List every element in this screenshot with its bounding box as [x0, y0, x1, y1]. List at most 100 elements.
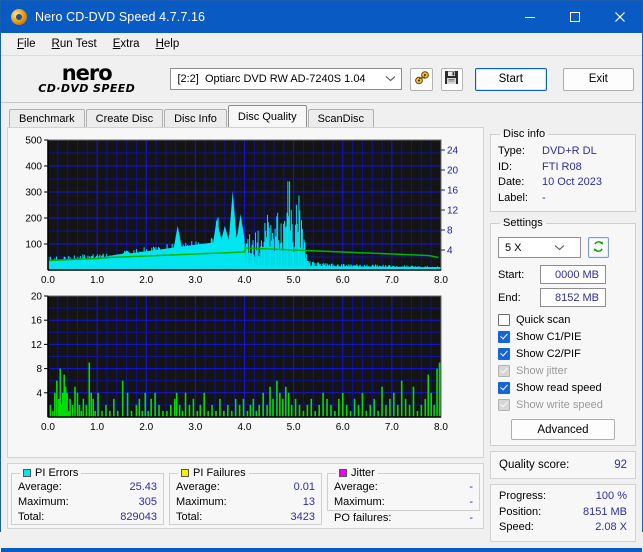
- floppy-save-icon: [444, 70, 459, 88]
- disc-tool-button[interactable]: [410, 67, 433, 91]
- po-failures-row: PO failures: -: [327, 512, 480, 524]
- scan-graphs: 100 200 300 400 500 4 8 12 16 20 24 0.0 1.0 2.0 3.0 4.0…: [25, 136, 459, 434]
- svg-text:4.0: 4.0: [238, 422, 252, 433]
- show-read-speed-checkbox[interactable]: [498, 381, 510, 394]
- show-write-speed-checkbox: [498, 398, 510, 411]
- pi-failures-average-value: 0.01: [293, 481, 315, 493]
- svg-text:5.0: 5.0: [287, 275, 301, 286]
- start-button[interactable]: Start: [475, 67, 547, 91]
- quick-scan-checkbox[interactable]: [498, 313, 510, 326]
- progress-row: Progress: 100 %: [499, 489, 627, 505]
- pi-failures-maximum-key: Maximum:: [176, 496, 227, 508]
- disc-id-key: ID:: [498, 160, 513, 173]
- checkbox-show-jitter: Show jitter: [498, 362, 628, 379]
- chevron-down-icon: [542, 243, 577, 253]
- disc-date-key: Date:: [498, 176, 525, 188]
- speed-select[interactable]: 5 X: [498, 237, 581, 258]
- jitter-maximum-key: Maximum:: [334, 496, 385, 508]
- svg-text:8.0: 8.0: [434, 275, 448, 286]
- menu-run-test[interactable]: Run Test: [44, 36, 105, 52]
- svg-text:4.0: 4.0: [238, 275, 252, 286]
- refresh-button[interactable]: [588, 237, 609, 258]
- tab-benchmark[interactable]: Benchmark: [9, 109, 85, 127]
- svg-text:24: 24: [447, 146, 459, 157]
- advanced-row: Advanced: [498, 419, 628, 440]
- advanced-button[interactable]: Advanced: [511, 419, 615, 440]
- pi-failures-average-key: Average:: [176, 481, 220, 493]
- menu-file[interactable]: File: [9, 36, 44, 52]
- svg-text:5.0: 5.0: [287, 422, 301, 433]
- tab-disc-quality[interactable]: Disc Quality: [227, 105, 307, 127]
- svg-text:2.0: 2.0: [139, 275, 153, 286]
- start-input[interactable]: 0000 MB: [540, 265, 606, 284]
- svg-text:20: 20: [447, 166, 459, 177]
- jitter-maximum-value: -: [469, 496, 473, 508]
- checkbox-show-c2-pif[interactable]: Show C2/PIF: [498, 345, 628, 362]
- jitter-maximum-row: Maximum: -: [334, 495, 473, 510]
- menu-help[interactable]: Help: [148, 36, 188, 52]
- po-failures-key: PO failures:: [334, 512, 392, 524]
- checkbox-show-write-speed: Show write speed: [498, 396, 628, 413]
- speed-select-value: 5 X: [505, 241, 522, 254]
- checkbox-show-c1-pie[interactable]: Show C1/PIE: [498, 328, 628, 345]
- app-window: Nero CD-DVD Speed 4.7.7.16 File Run Test…: [0, 0, 643, 552]
- svg-text:6.0: 6.0: [336, 422, 350, 433]
- svg-text:8: 8: [36, 364, 42, 375]
- speed-row: 5 X: [498, 237, 628, 258]
- maximize-button[interactable]: [552, 1, 597, 33]
- minimize-button[interactable]: [507, 1, 552, 33]
- graphs-panel: 100 200 300 400 500 4 8 12 16 20 24 0.0 1.0 2.0 3.0 4.0…: [7, 127, 484, 458]
- close-button[interactable]: [597, 1, 642, 33]
- show-c2-pif-checkbox[interactable]: [498, 347, 510, 360]
- disc-id-row: ID: FTI R08: [498, 160, 628, 176]
- pi-failures-total-value: 3423: [290, 511, 315, 523]
- tab-strip: Benchmark Create Disc Disc Info Disc Qua…: [1, 103, 642, 127]
- svg-text:12: 12: [31, 340, 43, 351]
- settings-legend: Settings: [503, 217, 543, 229]
- jitter-average-key: Average:: [334, 481, 378, 493]
- pi-failures-swatch: [181, 469, 189, 477]
- right-column: Disc info Type: DVD+R DL ID: FTI R08 Date:…: [490, 127, 636, 542]
- pi-failures-total-key: Total:: [176, 511, 203, 523]
- svg-text:4: 4: [447, 246, 453, 257]
- progress-value: 100 %: [595, 490, 627, 502]
- quick-scan-label: Quick scan: [516, 313, 571, 326]
- svg-text:16: 16: [447, 186, 459, 197]
- svg-text:4: 4: [36, 388, 42, 399]
- settings-panel: Settings 5 X Start: 0000 MB End: 8152 MB…: [490, 217, 636, 446]
- svg-text:500: 500: [25, 136, 42, 147]
- progress-key: Progress:: [499, 490, 547, 502]
- end-row: End: 8152 MB: [498, 288, 628, 307]
- show-c1-pie-label: Show C1/PIE: [516, 330, 582, 343]
- end-input[interactable]: 8152 MB: [540, 288, 606, 307]
- svg-text:300: 300: [25, 188, 42, 199]
- show-c1-pie-checkbox[interactable]: [498, 330, 510, 343]
- pi-failures-average-row: Average: 0.01: [176, 480, 315, 495]
- show-jitter-checkbox: [498, 364, 510, 377]
- pi-failures-maximum-value: 13: [302, 496, 315, 508]
- pi-failures-legend-text: PI Failures: [193, 467, 246, 479]
- checkbox-show-read-speed[interactable]: Show read speed: [498, 379, 628, 396]
- pi-errors-average-key: Average:: [18, 481, 62, 493]
- svg-text:0.0: 0.0: [41, 422, 55, 433]
- menu-extra[interactable]: Extra: [105, 36, 148, 52]
- disc-info-legend: Disc info: [503, 128, 546, 140]
- disc-info-panel: Disc info Type: DVD+R DL ID: FTI R08 Date:…: [490, 128, 636, 212]
- save-button[interactable]: [440, 67, 463, 91]
- exit-button[interactable]: Exit: [562, 67, 635, 91]
- tab-disc-info[interactable]: Disc Info: [164, 109, 227, 127]
- pi-errors-average-value: 25.43: [129, 481, 157, 493]
- show-write-speed-label: Show write speed: [516, 398, 603, 411]
- jitter-average-value: -: [469, 481, 473, 493]
- refresh-icon: [592, 240, 605, 256]
- svg-text:2.0: 2.0: [139, 422, 153, 433]
- menu-help-rest: elp: [163, 38, 180, 50]
- logo-wordmark: nero: [61, 61, 113, 85]
- logo-tagline: CD·DVD SPEED: [38, 82, 136, 95]
- drive-select[interactable]: [2:2] Optiarc DVD RW AD-7240S 1.04: [170, 68, 403, 90]
- tab-create-disc[interactable]: Create Disc: [85, 109, 164, 127]
- tab-scandisc[interactable]: ScanDisc: [307, 109, 375, 127]
- svg-text:100: 100: [25, 240, 42, 251]
- jitter-legend: Jitter: [336, 467, 378, 479]
- checkbox-quick-scan[interactable]: Quick scan: [498, 311, 628, 328]
